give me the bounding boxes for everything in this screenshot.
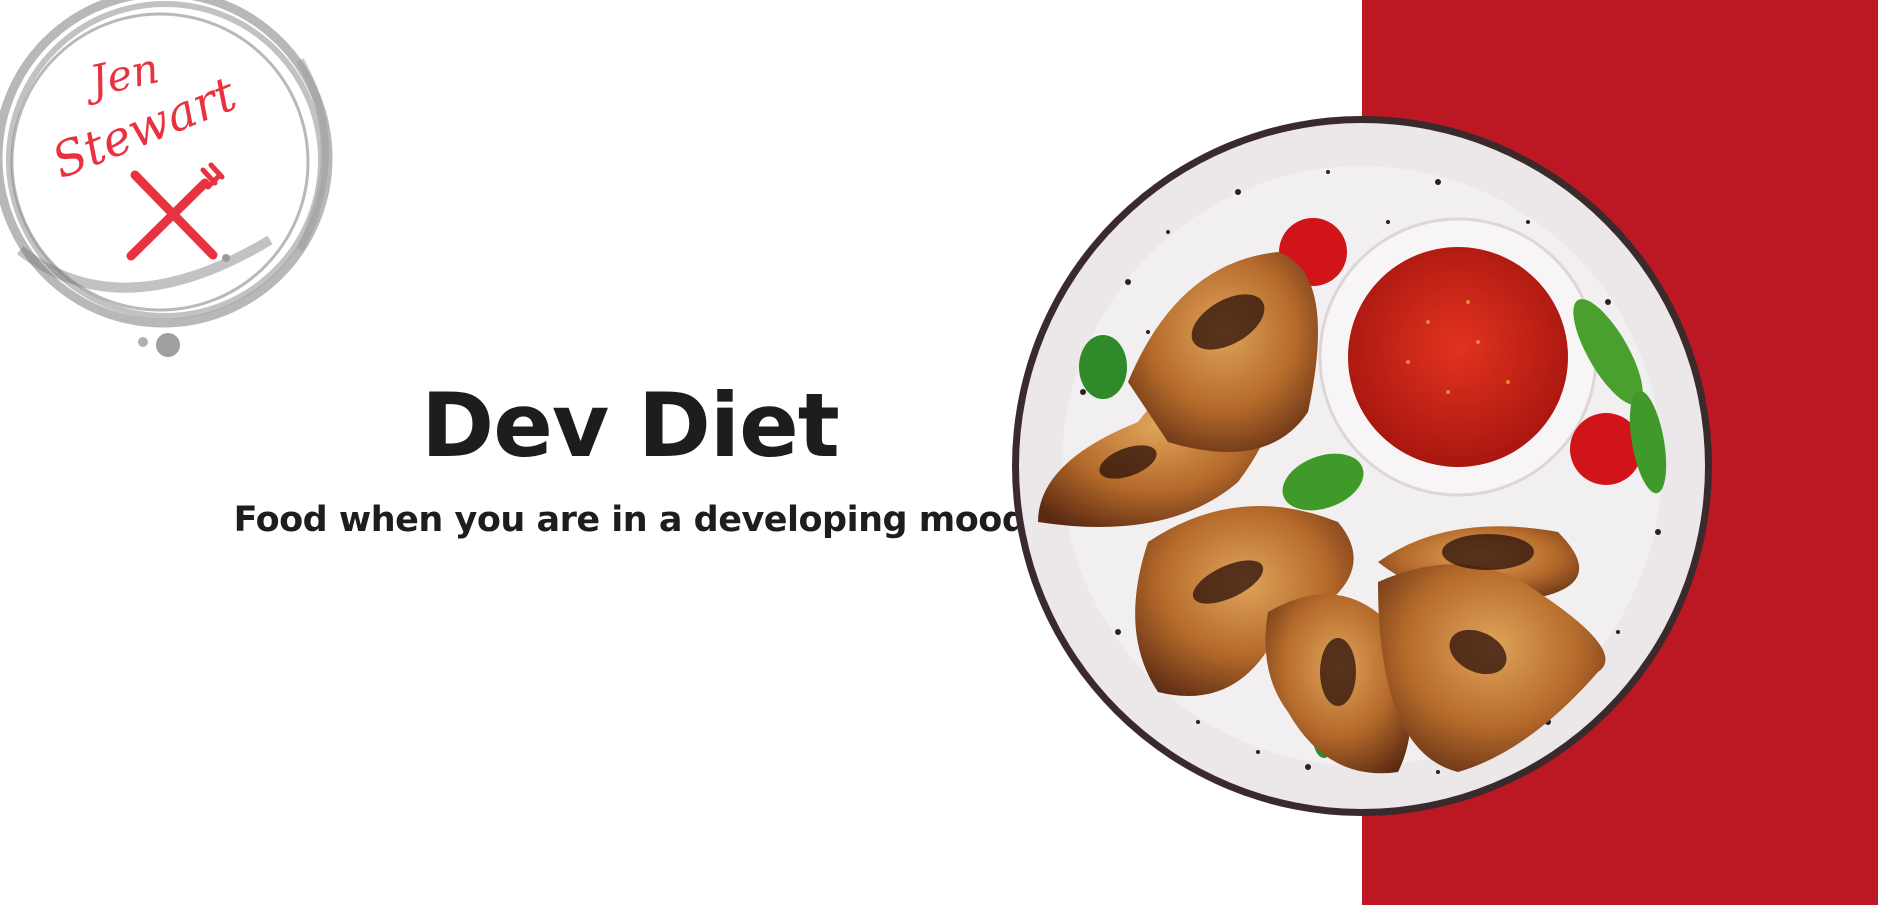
page-title: Dev Diet <box>421 374 840 477</box>
hero-section: Dev Diet Food when you are in a developi… <box>170 374 1090 541</box>
page-subtitle: Food when you are in a developing mood <box>233 500 1027 541</box>
logo-emblem <box>0 0 333 357</box>
food-image <box>1008 112 1716 820</box>
brand-logo[interactable]: Jen Stewart <box>0 0 360 370</box>
fork-knife-icon <box>126 162 225 261</box>
